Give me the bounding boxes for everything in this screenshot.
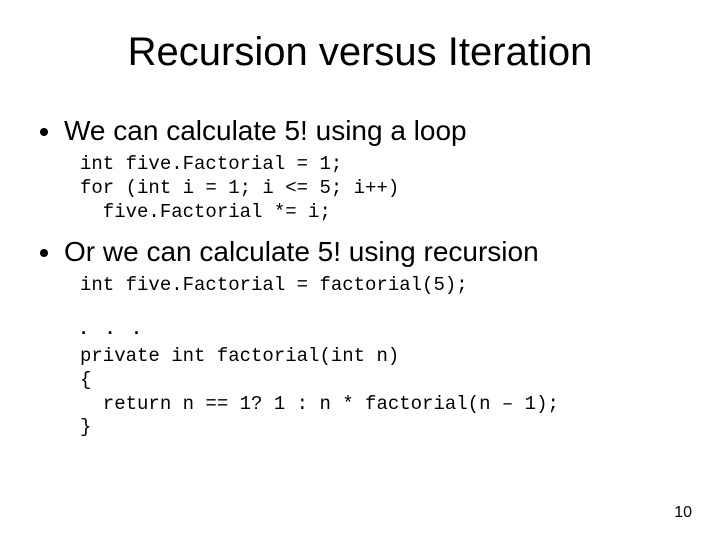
ellipsis: . . . [80,310,680,341]
page-number: 10 [674,504,692,522]
slide-title: Recursion versus Iteration [40,30,680,75]
bullet-loop-text: We can calculate 5! using a loop [64,115,467,147]
code-block-loop: int five.Factorial = 1; for (int i = 1; … [80,153,680,224]
bullet-dot-icon [40,249,48,257]
bullet-loop: We can calculate 5! using a loop [40,115,680,147]
bullet-recursion: Or we can calculate 5! using recursion [40,236,680,268]
bullet-recursion-text: Or we can calculate 5! using recursion [64,236,539,268]
slide: Recursion versus Iteration We can calcul… [0,0,720,540]
code-block-func: private int factorial(int n) { return n … [80,345,680,440]
code-block-call: int five.Factorial = factorial(5); [80,274,680,298]
bullet-dot-icon [40,128,48,136]
